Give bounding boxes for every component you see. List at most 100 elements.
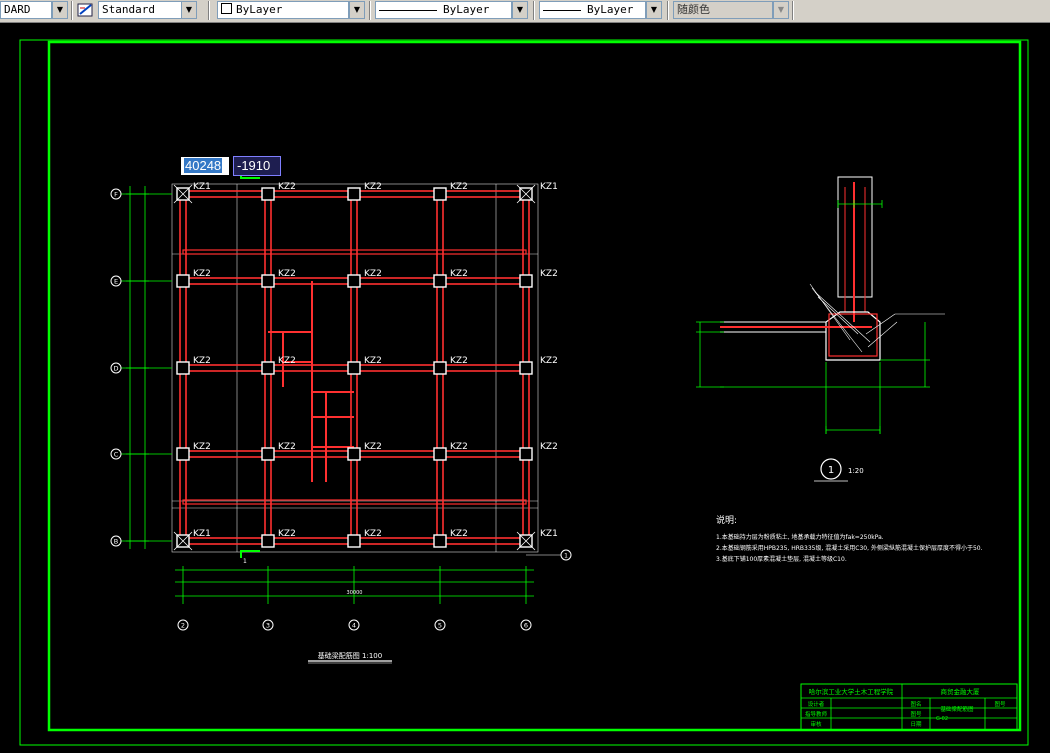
- title-block-design-label: 设计者: [808, 700, 825, 708]
- outer-frame: [19, 39, 1029, 746]
- column-kz2: [433, 187, 447, 201]
- title-block-school: 哈尔滨工业大学土木工程学院: [809, 687, 894, 696]
- column-kz2: [519, 274, 533, 288]
- toolbar-separator: [667, 1, 669, 20]
- column-kz2: [347, 534, 361, 548]
- dim-style-select[interactable]: Standard: [98, 1, 182, 19]
- color-swatch-icon: [221, 3, 232, 14]
- title-block-check-label: 指导教师: [805, 710, 828, 718]
- column-kz2: [176, 361, 190, 375]
- plan-title: 基础梁配筋图 1:100: [318, 651, 382, 660]
- cad-drawing[interactable]: KZ1 KZ2 KZ2 KZ2 KZ1 KZ2 KZ2 KZ2 KZ2 KZ2 KZ2 KZ2 KZ2 K…: [0, 22, 1050, 749]
- column-label-kz2: KZ2: [278, 269, 296, 279]
- column-label-kz2: KZ2: [193, 442, 211, 452]
- grid-bubble-row-label: B: [114, 538, 118, 546]
- column-label-kz2: KZ2: [364, 269, 382, 279]
- column-kz2: [519, 447, 533, 461]
- column-label-kz1: KZ1: [540, 182, 558, 192]
- notes-line-3: 3.基底下铺100厚素混凝土垫层, 混凝土等级C10.: [716, 555, 847, 563]
- column-kz2: [261, 361, 275, 375]
- column-label-kz2: KZ2: [364, 442, 382, 452]
- column-label-kz2: KZ2: [278, 529, 296, 539]
- grid-bubble-col-label: 3: [266, 622, 270, 630]
- column-label-kz2: KZ2: [540, 356, 558, 366]
- column-label-kz2: KZ2: [540, 442, 558, 452]
- column-label-kz2: KZ2: [540, 269, 558, 279]
- linetype-dropdown-button[interactable]: ▼: [512, 1, 528, 19]
- column-kz2: [433, 447, 447, 461]
- dimension-total: 30000: [347, 590, 363, 596]
- plot-style-dropdown-button[interactable]: ▼: [773, 1, 789, 19]
- secondary-beam: [182, 499, 527, 505]
- dim-style-icon[interactable]: [76, 1, 96, 19]
- footing-section-detail: 1 1:20: [696, 176, 945, 482]
- grid-bubble-row-label: E: [114, 278, 118, 286]
- linetype-label: ByLayer: [443, 3, 490, 16]
- dynamic-input-x[interactable]: 40248: [180, 156, 230, 176]
- linetype-sample-icon: [379, 9, 437, 11]
- detail-scale: 1:20: [848, 467, 864, 475]
- column-label-kz1: KZ1: [193, 529, 211, 539]
- foundation-beam-plan: KZ1 KZ2 KZ2 KZ2 KZ1 KZ2 KZ2 KZ2 KZ2 KZ2 KZ2 KZ2 KZ2 K…: [110, 182, 572, 631]
- column-kz2: [433, 534, 447, 548]
- title-block-drawing: 基础梁配筋图: [940, 705, 974, 713]
- column-label-kz2: KZ2: [450, 269, 468, 279]
- layer-color-dropdown-button[interactable]: ▼: [349, 1, 365, 19]
- dynamic-input-x-value: 40248: [184, 158, 223, 173]
- column-label-kz2: KZ2: [278, 182, 296, 192]
- linetype-select[interactable]: ByLayer: [375, 1, 512, 19]
- text-style-dropdown-button[interactable]: ▼: [52, 1, 68, 19]
- grid-bubble-col-label: 6: [524, 622, 528, 630]
- column-label-kz2: KZ2: [193, 269, 211, 279]
- properties-toolbar: DARD ▼ Standard ▼ ByLayer ▼ ByLayer ▼ By…: [0, 0, 1050, 23]
- column-kz2: [519, 361, 533, 375]
- title-block: 哈尔滨工业大学土木工程学院 商贸金融大厦 设计者 指导教师 审核 图名 图号 日…: [800, 683, 1018, 731]
- grid-bubble-col-label: 4: [352, 622, 356, 630]
- column-label-kz2: KZ2: [193, 356, 211, 366]
- dynamic-input-y[interactable]: -1910: [233, 156, 281, 176]
- column-kz2: [347, 361, 361, 375]
- column-kz2: [261, 187, 275, 201]
- general-notes: 说明: 1.本基础持力层为粉质粘土, 地基承载力特征值为fak=250kPa. …: [716, 514, 983, 563]
- column-kz2: [433, 274, 447, 288]
- grid-bubble-row-label: D: [113, 365, 118, 373]
- title-block-name-label: 图名: [910, 700, 921, 708]
- text-style-select[interactable]: DARD: [0, 1, 52, 19]
- secondary-beam: [182, 249, 527, 255]
- notes-line-1: 1.本基础持力层为粉质粘土, 地基承载力特征值为fak=250kPa.: [716, 533, 884, 541]
- column-label-kz2: KZ2: [278, 356, 296, 366]
- column-label-kz2: KZ2: [364, 182, 382, 192]
- column-label-kz2: KZ2: [278, 442, 296, 452]
- grid-bubble-col-label: 5: [438, 622, 442, 630]
- column-kz2: [347, 447, 361, 461]
- toolbar-separator: [208, 1, 210, 20]
- lineweight-sample-icon: [543, 9, 581, 11]
- section-bubble-label: 1: [564, 553, 568, 560]
- column-kz2: [261, 447, 275, 461]
- drawing-canvas[interactable]: KZ1 KZ2 KZ2 KZ2 KZ1 KZ2 KZ2 KZ2 KZ2 KZ2 KZ2 KZ2 KZ2 K…: [0, 22, 1050, 749]
- column-kz2: [261, 274, 275, 288]
- column-label-kz2: KZ2: [450, 442, 468, 452]
- notes-heading: 说明:: [716, 514, 737, 526]
- lineweight-dropdown-button[interactable]: ▼: [646, 1, 662, 19]
- title-block-no-label: 图号: [910, 710, 922, 718]
- grid-bubble-row-label: F: [114, 191, 118, 199]
- grid-bubble-col-label: 2: [181, 622, 185, 630]
- column-kz2: [347, 187, 361, 201]
- dim-style-dropdown-button[interactable]: ▼: [181, 1, 197, 19]
- lineweight-select[interactable]: ByLayer: [539, 1, 646, 19]
- room-partition-beam: [312, 391, 354, 482]
- column-label-kz1: KZ1: [193, 182, 211, 192]
- toolbar-separator: [792, 1, 794, 20]
- lineweight-label: ByLayer: [587, 3, 634, 16]
- detail-dimensions: [696, 200, 930, 434]
- toolbar-separator: [71, 1, 73, 20]
- layer-color-select[interactable]: ByLayer: [217, 1, 349, 19]
- layer-color-label: ByLayer: [236, 3, 283, 16]
- title-block-project: 商贸金融大厦: [941, 687, 981, 696]
- toolbar-separator: [369, 1, 371, 20]
- column-label-kz1: KZ1: [540, 529, 558, 539]
- column-kz2: [347, 274, 361, 288]
- column-label-kz2: KZ2: [450, 182, 468, 192]
- plot-style-select[interactable]: 随颜色: [673, 1, 773, 19]
